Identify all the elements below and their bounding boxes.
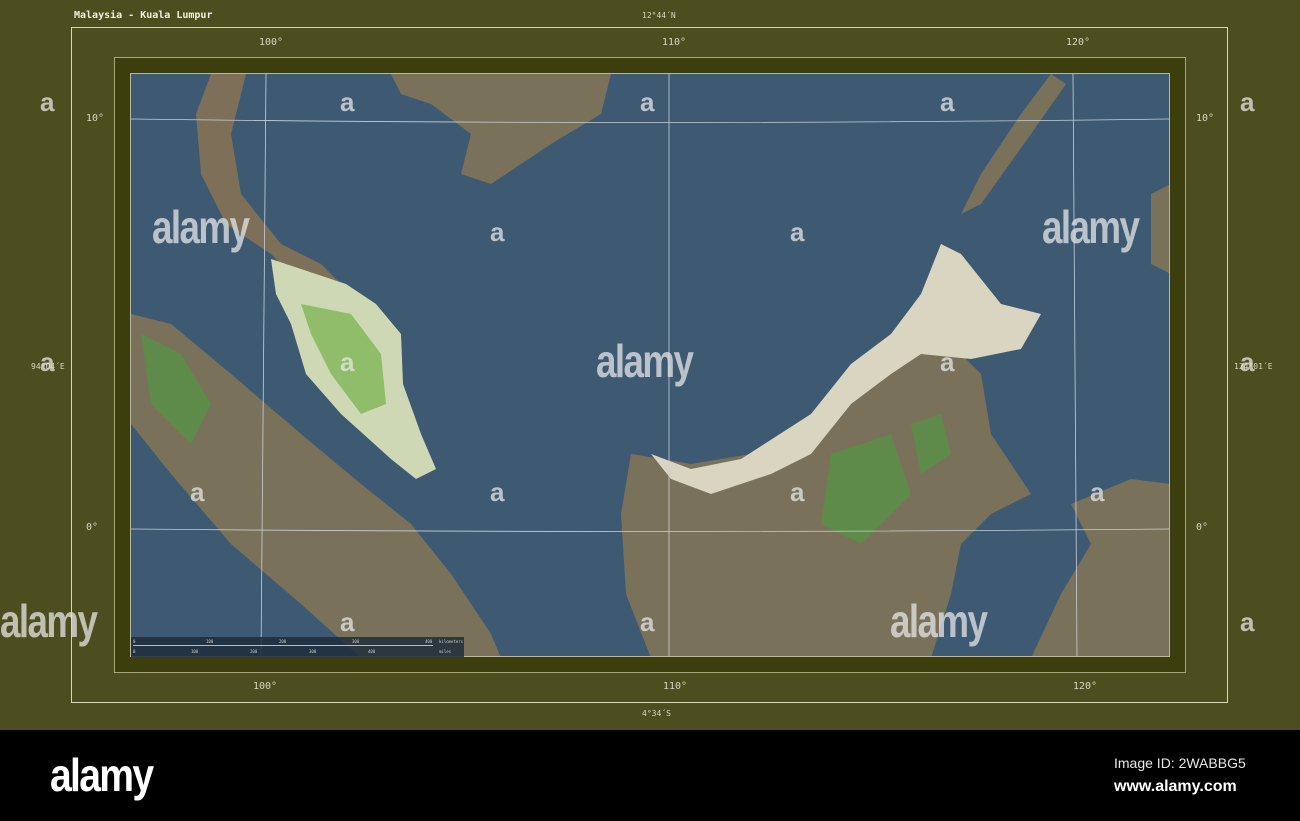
scale-km-100: 100: [206, 639, 214, 644]
watermark-small: a: [340, 607, 355, 637]
watermark-small: a: [40, 347, 55, 377]
lon-label-top-100: 100°: [259, 37, 284, 48]
watermark: alamy: [152, 201, 250, 253]
lat-label-right-10: 10°: [1196, 113, 1215, 124]
watermark-small: a: [340, 87, 355, 117]
lat-label-left-10: 10°: [86, 113, 105, 124]
lat-label-right-0: 0°: [1196, 522, 1209, 533]
lon-label-top-120: 120°: [1066, 37, 1091, 48]
scale-km-200: 200: [279, 639, 287, 644]
lat-label-left-0: 0°: [86, 522, 99, 533]
watermark-small: a: [940, 347, 955, 377]
scale-km-0: 0: [133, 639, 136, 644]
scale-km-300: 300: [352, 639, 360, 644]
watermark-small: a: [790, 217, 805, 247]
watermark: alamy: [596, 335, 694, 387]
scale-mi-200: 200: [250, 649, 258, 654]
graticule-lon-120: [1072, 74, 1078, 656]
lon-label-bottom-110: 110°: [663, 681, 688, 692]
scale-mi-100: 100: [191, 649, 199, 654]
watermark-small: a: [40, 87, 55, 117]
map-title: Malaysia - Kuala Lumpur: [74, 10, 213, 21]
watermark: alamy: [1042, 201, 1140, 253]
alamy-logo: alamy: [50, 749, 154, 801]
land-thailand-south: [196, 74, 346, 289]
watermark-small: a: [1090, 477, 1105, 507]
image-id: Image ID: 2WABBG5: [1114, 755, 1246, 771]
lon-label-bottom-100: 100°: [253, 681, 278, 692]
watermark-small: a: [640, 607, 655, 637]
watermark-small: a: [1240, 87, 1255, 117]
watermark-small: a: [940, 87, 955, 117]
watermark-small: a: [640, 87, 655, 117]
south-extent-label: 4°34´S: [642, 709, 671, 718]
scale-km-unit: kilometers: [439, 639, 464, 644]
scale-mi-300: 300: [309, 649, 317, 654]
scale-mi-400: 400: [368, 649, 376, 654]
scale-bar: 0 100 200 300 400 kilometers 0 100 200 3…: [131, 637, 464, 657]
watermark-small: a: [490, 477, 505, 507]
lon-label-top-110: 110°: [662, 37, 687, 48]
footer-bar: [0, 730, 1300, 821]
scale-km-400: 400: [425, 639, 433, 644]
north-extent-label: 12°44´N: [642, 11, 676, 20]
watermark-small: a: [1240, 607, 1255, 637]
lon-label-bottom-120: 120°: [1073, 681, 1098, 692]
site-url[interactable]: www.alamy.com: [1114, 778, 1237, 796]
watermark: alamy: [890, 595, 988, 647]
watermark-small: a: [1240, 347, 1255, 377]
watermark-small: a: [340, 347, 355, 377]
land-indochina: [391, 74, 611, 184]
watermark-small: a: [790, 477, 805, 507]
scale-mi-0: 0: [133, 649, 136, 654]
graticule-lat-10: [131, 118, 1169, 123]
watermark-small: a: [490, 217, 505, 247]
watermark: alamy: [0, 595, 98, 647]
watermark-small: a: [190, 477, 205, 507]
land-mindanao: [1151, 185, 1169, 273]
land-palawan: [961, 74, 1066, 214]
scale-line: [133, 645, 433, 646]
scale-mi-unit: miles: [439, 649, 452, 654]
